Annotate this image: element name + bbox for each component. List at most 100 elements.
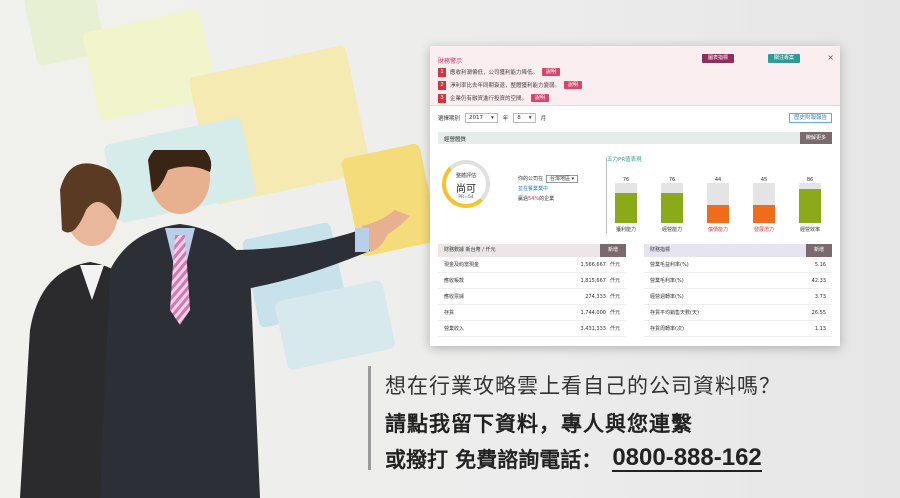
table-row: 存貨 1,744,000 仟元 (438, 305, 626, 321)
table-row: 經營週轉率(%) 3.73 (644, 289, 832, 305)
explain-button[interactable]: 說明 (542, 68, 561, 76)
period-selector: 選擇期別 2017 ▾ 年 8 ▾ 月 (438, 113, 546, 123)
year-select[interactable]: 2017 ▾ (465, 113, 498, 123)
row-value: 1,566,667 (580, 262, 606, 268)
row-name: 營業收入 (444, 326, 465, 332)
warning-title: 財務警示 (438, 58, 463, 65)
row-value: 42.33 (811, 278, 826, 284)
month-select[interactable]: 8 ▾ (513, 113, 536, 123)
pr-bar (661, 192, 683, 223)
cta-phone-prefix: 或撥打 免費諮詢電話： (385, 448, 603, 472)
chevron-down-icon: ▾ (528, 115, 532, 121)
row-value: 274,333 (585, 294, 606, 300)
pr-bar (615, 192, 637, 223)
pr-bar (753, 205, 775, 223)
financial-warning-panel: 財務警示 圖表指標 關注專案 × 1 應收利潤偏低，公司獲利能力降低。 說明 2… (430, 46, 840, 106)
financial-indicator-table: 財務指標 新增 營業毛益利率(%) 5.16 營業毛利率(%) 42.33 經營週轉率(… (644, 244, 832, 337)
table-row: 營業毛益利率(%) 5.16 (644, 257, 832, 273)
warning-item: 3 企業仍有融資進行投資的空間。 說明 (438, 93, 550, 103)
row-value: 1.13 (814, 326, 826, 332)
overview-header: 經營體質 瞭解更多 (438, 132, 832, 144)
percentile-value: 54% (528, 196, 540, 202)
month-unit: 月 (540, 116, 547, 122)
pr-bar (707, 205, 729, 223)
cta-question: 想在行業攻略雲上看自己的公司資料嗎？ (385, 374, 781, 398)
warning-text: 淨利率比去年同期衰退，整體獲利能力變弱。 (450, 83, 561, 89)
add-button[interactable]: 新增 (599, 244, 626, 257)
financial-data-table: 財務數據 新台幣 / 仟元 新增 現金及約當現金 1,566,667 仟元 應收帳款 1… (438, 244, 626, 337)
row-unit: 仟元 (609, 262, 620, 268)
row-name: 營業毛利率(%) (650, 278, 684, 284)
warning-item: 2 淨利率比去年同期衰退，整體獲利能力變弱。 說明 (438, 80, 583, 90)
history-report-button[interactable]: 歷史財報報告 (788, 113, 832, 123)
pr-bar (799, 188, 821, 223)
row-name: 營業毛益利率(%) (650, 262, 689, 268)
pr-bar-label: 發展潛力 (753, 227, 774, 233)
pr-bar-label: 償債能力 (707, 227, 728, 233)
row-value: 3,431,333 (580, 326, 606, 332)
pr-bar-label: 獲利能力 (615, 227, 636, 233)
add-button[interactable]: 新增 (805, 244, 832, 257)
explain-button[interactable]: 說明 (564, 81, 583, 89)
call-to-action: 想在行業攻略雲上看自己的公司資料嗎？ 請點我留下資料，專人與您連繫 或撥打 免費… (368, 366, 781, 472)
row-name: 現金及約當現金 (444, 262, 480, 268)
row-value: 26.55 (811, 310, 826, 316)
table-row: 營業收入 3,431,333 仟元 (438, 321, 626, 337)
follow-project-button[interactable]: 關注專案 (768, 54, 801, 63)
row-unit: 仟元 (609, 310, 620, 316)
row-name: 應收票據 (444, 294, 465, 300)
warning-number: 3 (438, 93, 446, 103)
table-row: 存貨周轉率(次) 1.13 (644, 321, 832, 337)
table-row: 應收票據 274,333 仟元 (438, 289, 626, 305)
table-header: 財務指標 新增 (644, 244, 832, 257)
pr-bar-column: 76 經營能力 (661, 173, 683, 233)
row-value: 3.73 (814, 294, 826, 300)
chart-indicator-button[interactable]: 圖表指標 (702, 54, 735, 63)
close-icon[interactable]: × (827, 53, 834, 62)
warning-number: 1 (438, 67, 446, 77)
pr-bar-chart: 五力PR值表現 76 獲利能力 76 經營能力 44 償債能力 45 發展潛力 86 經營效率 (606, 157, 834, 233)
year-unit: 年 (502, 116, 509, 122)
score-value: 尚可 (456, 184, 476, 195)
period-label: 選擇期別 (438, 116, 461, 122)
pr-bar-column: 45 發展潛力 (753, 173, 775, 233)
row-name: 存貨平均銷售天數(天) (650, 310, 699, 316)
warning-text: 應收利潤偏低，公司獲利能力降低。 (450, 70, 539, 76)
row-name: 應收帳款 (444, 278, 465, 284)
explain-button[interactable]: 說明 (531, 94, 550, 102)
industry-text: 並在餐業業中 (518, 186, 549, 192)
business-people-image (20, 150, 410, 498)
comparison-text: 你的公司在 台灣地區 ▾ 並在餐業業中 贏過54%的企業 (518, 174, 579, 204)
row-unit: 仟元 (609, 326, 620, 332)
table-row: 現金及約當現金 1,566,667 仟元 (438, 257, 626, 273)
phone-number[interactable]: 0800-888-162 (612, 446, 762, 472)
row-name: 經營週轉率(%) (650, 294, 684, 300)
cta-leave-info-link[interactable]: 請點我留下資料，專人與您連繫 (385, 408, 781, 438)
row-value: 1,744,000 (580, 310, 606, 316)
row-value: 1,815,667 (580, 278, 606, 284)
row-value: 5.16 (814, 262, 826, 268)
pr-bar-column: 86 經營效率 (799, 173, 821, 233)
warning-text: 企業仍有融資進行投資的空間。 (450, 96, 528, 102)
row-name: 存貨 (444, 310, 455, 316)
table-row: 存貨平均銷售天數(天) 26.55 (644, 305, 832, 321)
pr-bar-label: 經營效率 (799, 227, 820, 233)
table-row: 營業毛利率(%) 42.33 (644, 273, 832, 289)
table-row: 應收帳款 1,815,667 仟元 (438, 273, 626, 289)
region-select[interactable]: 台灣地區 ▾ (546, 175, 579, 183)
row-name: 存貨周轉率(次) (650, 326, 684, 332)
overview-title: 經營體質 (444, 137, 467, 143)
row-unit: 仟元 (609, 294, 620, 300)
dashboard-screenshot: 財務警示 圖表指標 關注專案 × 1 應收利潤偏低，公司獲利能力降低。 說明 2… (430, 46, 840, 346)
warning-number: 2 (438, 80, 446, 90)
table-header: 財務數據 新台幣 / 仟元 新增 (438, 244, 626, 257)
warning-item: 1 應收利潤偏低，公司獲利能力降低。 說明 (438, 67, 561, 77)
score-pr: PR=54 (458, 195, 474, 200)
cta-phone-line: 或撥打 免費諮詢電話： 0800-888-162 (385, 444, 781, 474)
score-gauge: 整體評估 尚可 PR=54 (442, 160, 490, 208)
pr-bar-column: 44 償債能力 (707, 173, 729, 233)
pr-bar-column: 76 獲利能力 (615, 173, 637, 233)
chevron-down-icon: ▾ (491, 115, 494, 121)
learn-more-button[interactable]: 瞭解更多 (799, 132, 832, 144)
pr-chart-title: 五力PR值表現 (607, 157, 642, 163)
